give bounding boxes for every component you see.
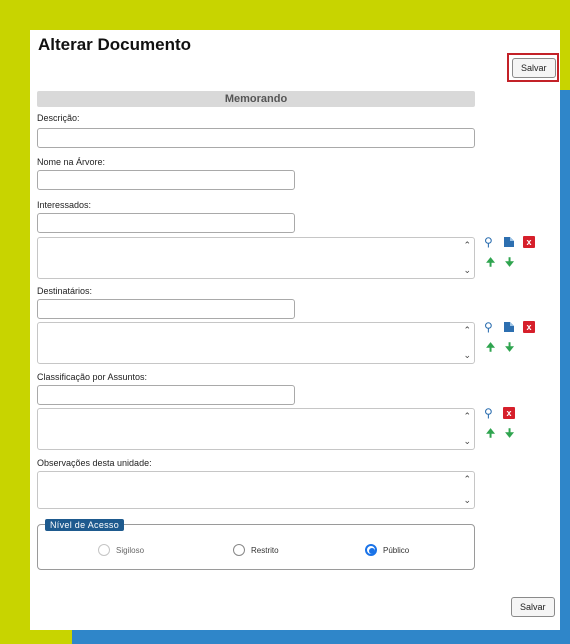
remove-icon[interactable]: x — [523, 236, 535, 248]
arrow-down-icon[interactable]: 🠋 — [505, 343, 517, 355]
radio-restrito[interactable]: Restrito — [233, 543, 279, 557]
scroll-down-icon[interactable]: ⌄ — [463, 266, 471, 275]
arrow-up-icon[interactable]: 🠉 — [486, 258, 498, 270]
interessados-tools: ⚲ x 🠉 🠋 — [482, 236, 542, 276]
scroll-down-icon[interactable]: ⌄ — [463, 437, 471, 446]
interessados-label: Interessados: — [37, 200, 92, 210]
destinatarios-label: Destinatários: — [37, 286, 93, 296]
descricao-input[interactable] — [37, 128, 475, 148]
descricao-label: Descrição: — [37, 113, 80, 123]
observacoes-label: Observações desta unidade: — [37, 458, 152, 468]
save-button-top[interactable]: Salvar — [512, 58, 556, 78]
radio-sigiloso-circle[interactable] — [98, 544, 110, 556]
observacoes-textarea[interactable]: ⌃ ⌄ — [37, 471, 475, 509]
scroll-down-icon[interactable]: ⌄ — [463, 351, 471, 360]
scroll-up-icon[interactable]: ⌃ — [463, 326, 471, 335]
form-panel: Alterar Documento Salvar Memorando Descr… — [30, 30, 560, 630]
search-icon[interactable]: ⚲ — [484, 236, 496, 248]
edit-icon[interactable] — [503, 236, 515, 248]
nivel-acesso-fieldset: Nível de Acesso Sigiloso Restrito Públic… — [37, 519, 475, 570]
page-title: Alterar Documento — [38, 35, 192, 54]
save-button-bottom[interactable]: Salvar — [511, 597, 555, 617]
radio-publico[interactable]: Público — [365, 543, 409, 557]
search-icon[interactable]: ⚲ — [484, 321, 496, 333]
arrow-up-icon[interactable]: 🠉 — [486, 429, 498, 441]
classificacao-list[interactable]: ⌃ ⌄ — [37, 408, 475, 450]
radio-restrito-label: Restrito — [251, 545, 279, 555]
edit-icon[interactable] — [503, 321, 515, 333]
remove-icon[interactable]: x — [503, 407, 515, 419]
destinatarios-tools: ⚲ x 🠉 🠋 — [482, 321, 542, 361]
scroll-down-icon[interactable]: ⌄ — [463, 496, 471, 505]
radio-sigiloso[interactable]: Sigiloso — [98, 543, 144, 557]
classificacao-input[interactable] — [37, 385, 295, 405]
nivel-acesso-legend: Nível de Acesso — [45, 519, 125, 531]
arrow-down-icon[interactable]: 🠋 — [505, 258, 517, 270]
classificacao-tools: ⚲ x 🠉 🠋 — [482, 407, 542, 447]
remove-icon[interactable]: x — [523, 321, 535, 333]
scroll-up-icon[interactable]: ⌃ — [463, 475, 471, 484]
radio-publico-circle[interactable] — [365, 544, 377, 556]
interessados-input[interactable] — [37, 213, 295, 233]
section-title-memorando: Memorando — [37, 91, 475, 107]
scroll-up-icon[interactable]: ⌃ — [463, 412, 471, 421]
radio-restrito-circle[interactable] — [233, 544, 245, 556]
radio-publico-label: Público — [383, 545, 410, 555]
destinatarios-list[interactable]: ⌃ ⌄ — [37, 322, 475, 364]
save-button-highlight: Salvar — [507, 53, 559, 82]
nome-arvore-input[interactable] — [37, 170, 295, 190]
arrow-up-icon[interactable]: 🠉 — [486, 343, 498, 355]
interessados-list[interactable]: ⌃ ⌄ — [37, 237, 475, 279]
arrow-down-icon[interactable]: 🠋 — [505, 429, 517, 441]
destinatarios-input[interactable] — [37, 299, 295, 319]
search-icon[interactable]: ⚲ — [484, 407, 496, 419]
classificacao-label: Classificação por Assuntos: — [37, 372, 148, 382]
nome-arvore-label: Nome na Árvore: — [37, 157, 106, 167]
radio-sigiloso-label: Sigiloso — [116, 545, 145, 555]
scroll-up-icon[interactable]: ⌃ — [463, 241, 471, 250]
